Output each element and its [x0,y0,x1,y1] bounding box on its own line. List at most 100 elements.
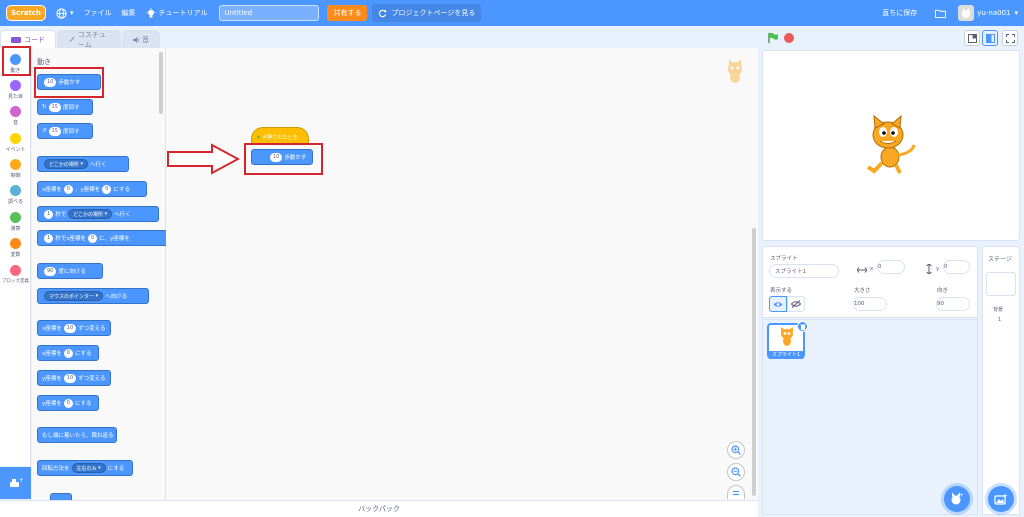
y-input[interactable] [943,260,970,274]
size-input[interactable] [853,297,887,311]
block-input[interactable]: 0 [63,184,73,194]
category-operators[interactable]: 演算 [0,212,31,232]
block-set-y[interactable]: y座標を 0 にする [37,395,99,411]
fullscreen-icon [1005,33,1015,43]
block-dropdown[interactable]: どこかの場所 ▾ [68,209,113,219]
stage-thumbnail[interactable] [986,272,1016,296]
block-rotation-style[interactable]: 回転方法を 左右のみ ▾ にする [37,460,133,476]
x-input[interactable] [877,260,905,274]
sprite-cat-icon[interactable] [860,115,918,175]
block-turn-left[interactable]: ↺ 15 度回す [37,123,93,139]
block-input[interactable]: 1 [44,233,54,243]
chevron-down-icon[interactable]: ▾ [1014,9,1018,17]
sprite-name-input[interactable] [769,264,839,278]
block-set-x[interactable]: x座標を 0 にする [37,345,99,361]
block-partial[interactable] [50,493,72,500]
block-input[interactable]: 10 [63,323,77,333]
block-input[interactable]: 0 [63,348,73,358]
block-dropdown[interactable]: マウスのポインター ▾ [44,291,104,301]
block-input[interactable]: 15 [48,126,61,136]
block-input[interactable]: 10 [63,373,77,383]
add-sprite-button[interactable]: + [944,486,970,512]
zoom-in-button[interactable] [727,441,745,459]
block-point-direction[interactable]: 90 度に向ける [37,263,103,279]
block-turn-right[interactable]: ↻ 15 度回す [37,99,93,115]
sprite-tile-name: スプライト1 [769,351,803,359]
category-variables[interactable]: 変数 [0,238,31,258]
tab-costumes[interactable]: コスチューム [57,30,121,49]
block-glide[interactable]: 1 秒で どこかの場所 ▾ へ行く [37,206,159,222]
block-point-towards[interactable]: マウスのポインター ▾ へ向ける [37,288,149,304]
scratch-logo[interactable]: Scratch [6,5,46,21]
y-label: y [936,266,940,272]
category-events[interactable]: イベント [0,133,31,153]
my-blocks-dot-icon [10,265,21,276]
category-label: 演算 [10,226,21,232]
block-goto-xy[interactable]: x座標を 0 、y座標を 0 にする [37,181,147,197]
fullscreen-button[interactable] [1002,30,1018,46]
tab-costumes-label: コスチューム [77,30,106,49]
block-input[interactable]: 15 [48,102,61,112]
block-dropdown[interactable]: 左右のみ ▾ [71,463,106,473]
show-sprite-button[interactable] [769,296,787,312]
script-area[interactable] [166,48,758,500]
block-input[interactable]: 0 [102,184,112,194]
rotate-right-icon: ↻ [42,104,47,110]
language-menu[interactable]: ▾ [56,7,74,19]
file-menu[interactable]: ファイル [84,8,112,18]
avatar[interactable] [958,5,975,21]
category-control[interactable]: 制御 [0,159,31,179]
share-button[interactable]: 共有する [327,5,368,21]
block-text: に、y座標を [99,236,130,242]
category-sensing[interactable]: 調べる [0,185,31,205]
block-goto[interactable]: どこかの場所 ▾ へ行く [37,156,129,172]
block-input[interactable]: 1 [44,209,54,219]
block-text: 度回す [62,129,80,135]
zoom-out-button[interactable] [727,463,745,481]
zoom-in-icon [731,445,741,455]
username[interactable]: yu-na001 [977,9,1010,17]
stop-button[interactable] [784,33,794,43]
zoom-reset-button[interactable] [727,485,745,499]
dropdown-text: どこかの場所 [49,161,79,168]
block-input[interactable]: 90 [44,266,57,276]
add-backdrop-button[interactable]: + [988,486,1014,512]
block-input[interactable]: 0 [87,233,98,243]
small-stage-button[interactable] [964,30,980,46]
tutorials-menu[interactable]: チュートリアル [145,7,207,19]
events-dot-icon [10,133,21,144]
backpack-header[interactable]: バックパック [0,500,758,517]
category-sound[interactable]: 音 [0,106,31,126]
right-arrow-icon [167,143,240,175]
save-now-button[interactable]: 直ちに保存 [882,8,917,18]
green-flag-icon[interactable] [767,32,779,44]
block-input[interactable]: 0 [63,398,73,408]
palette-scrollbar[interactable] [159,52,163,114]
image-plus-icon: + [994,493,1008,505]
sound-dot-icon [10,106,21,117]
block-text: にする [113,187,130,193]
category-looks[interactable]: 見た目 [0,80,31,100]
block-glide-xy[interactable]: 1 秒でx座標を 0 に、y座標を [37,230,166,246]
delete-sprite-button[interactable] [797,321,808,332]
script-scrollbar[interactable] [752,228,756,496]
horizontal-arrow-icon [857,267,867,273]
stage-panel-title: ステージ [988,256,1012,263]
see-project-page-button[interactable]: プロジェクトページを見る [372,4,482,22]
tab-sounds[interactable]: 音 [122,30,160,48]
block-change-y[interactable]: y座標を 10 ずつ変える [37,370,111,386]
block-change-x[interactable]: x座標を 10 ずつ変える [37,320,111,336]
direction-input[interactable] [936,297,970,311]
project-title-input[interactable] [219,5,320,21]
size-label: 大きさ [854,288,871,294]
block-dropdown[interactable]: どこかの場所 ▾ [44,159,88,169]
large-stage-button[interactable] [982,30,998,46]
edit-menu[interactable]: 編集 [122,8,136,18]
add-extension-button[interactable]: + [0,467,31,499]
folder-icon[interactable] [935,9,947,18]
hide-sprite-button[interactable] [787,296,805,312]
svg-text:+: + [1003,493,1008,500]
category-my-blocks[interactable]: ブロック定義 [0,265,31,284]
see-project-page-label: プロジェクトページを見る [391,9,476,17]
block-bounce[interactable]: もし端に着いたら、跳ね返る [37,427,117,443]
